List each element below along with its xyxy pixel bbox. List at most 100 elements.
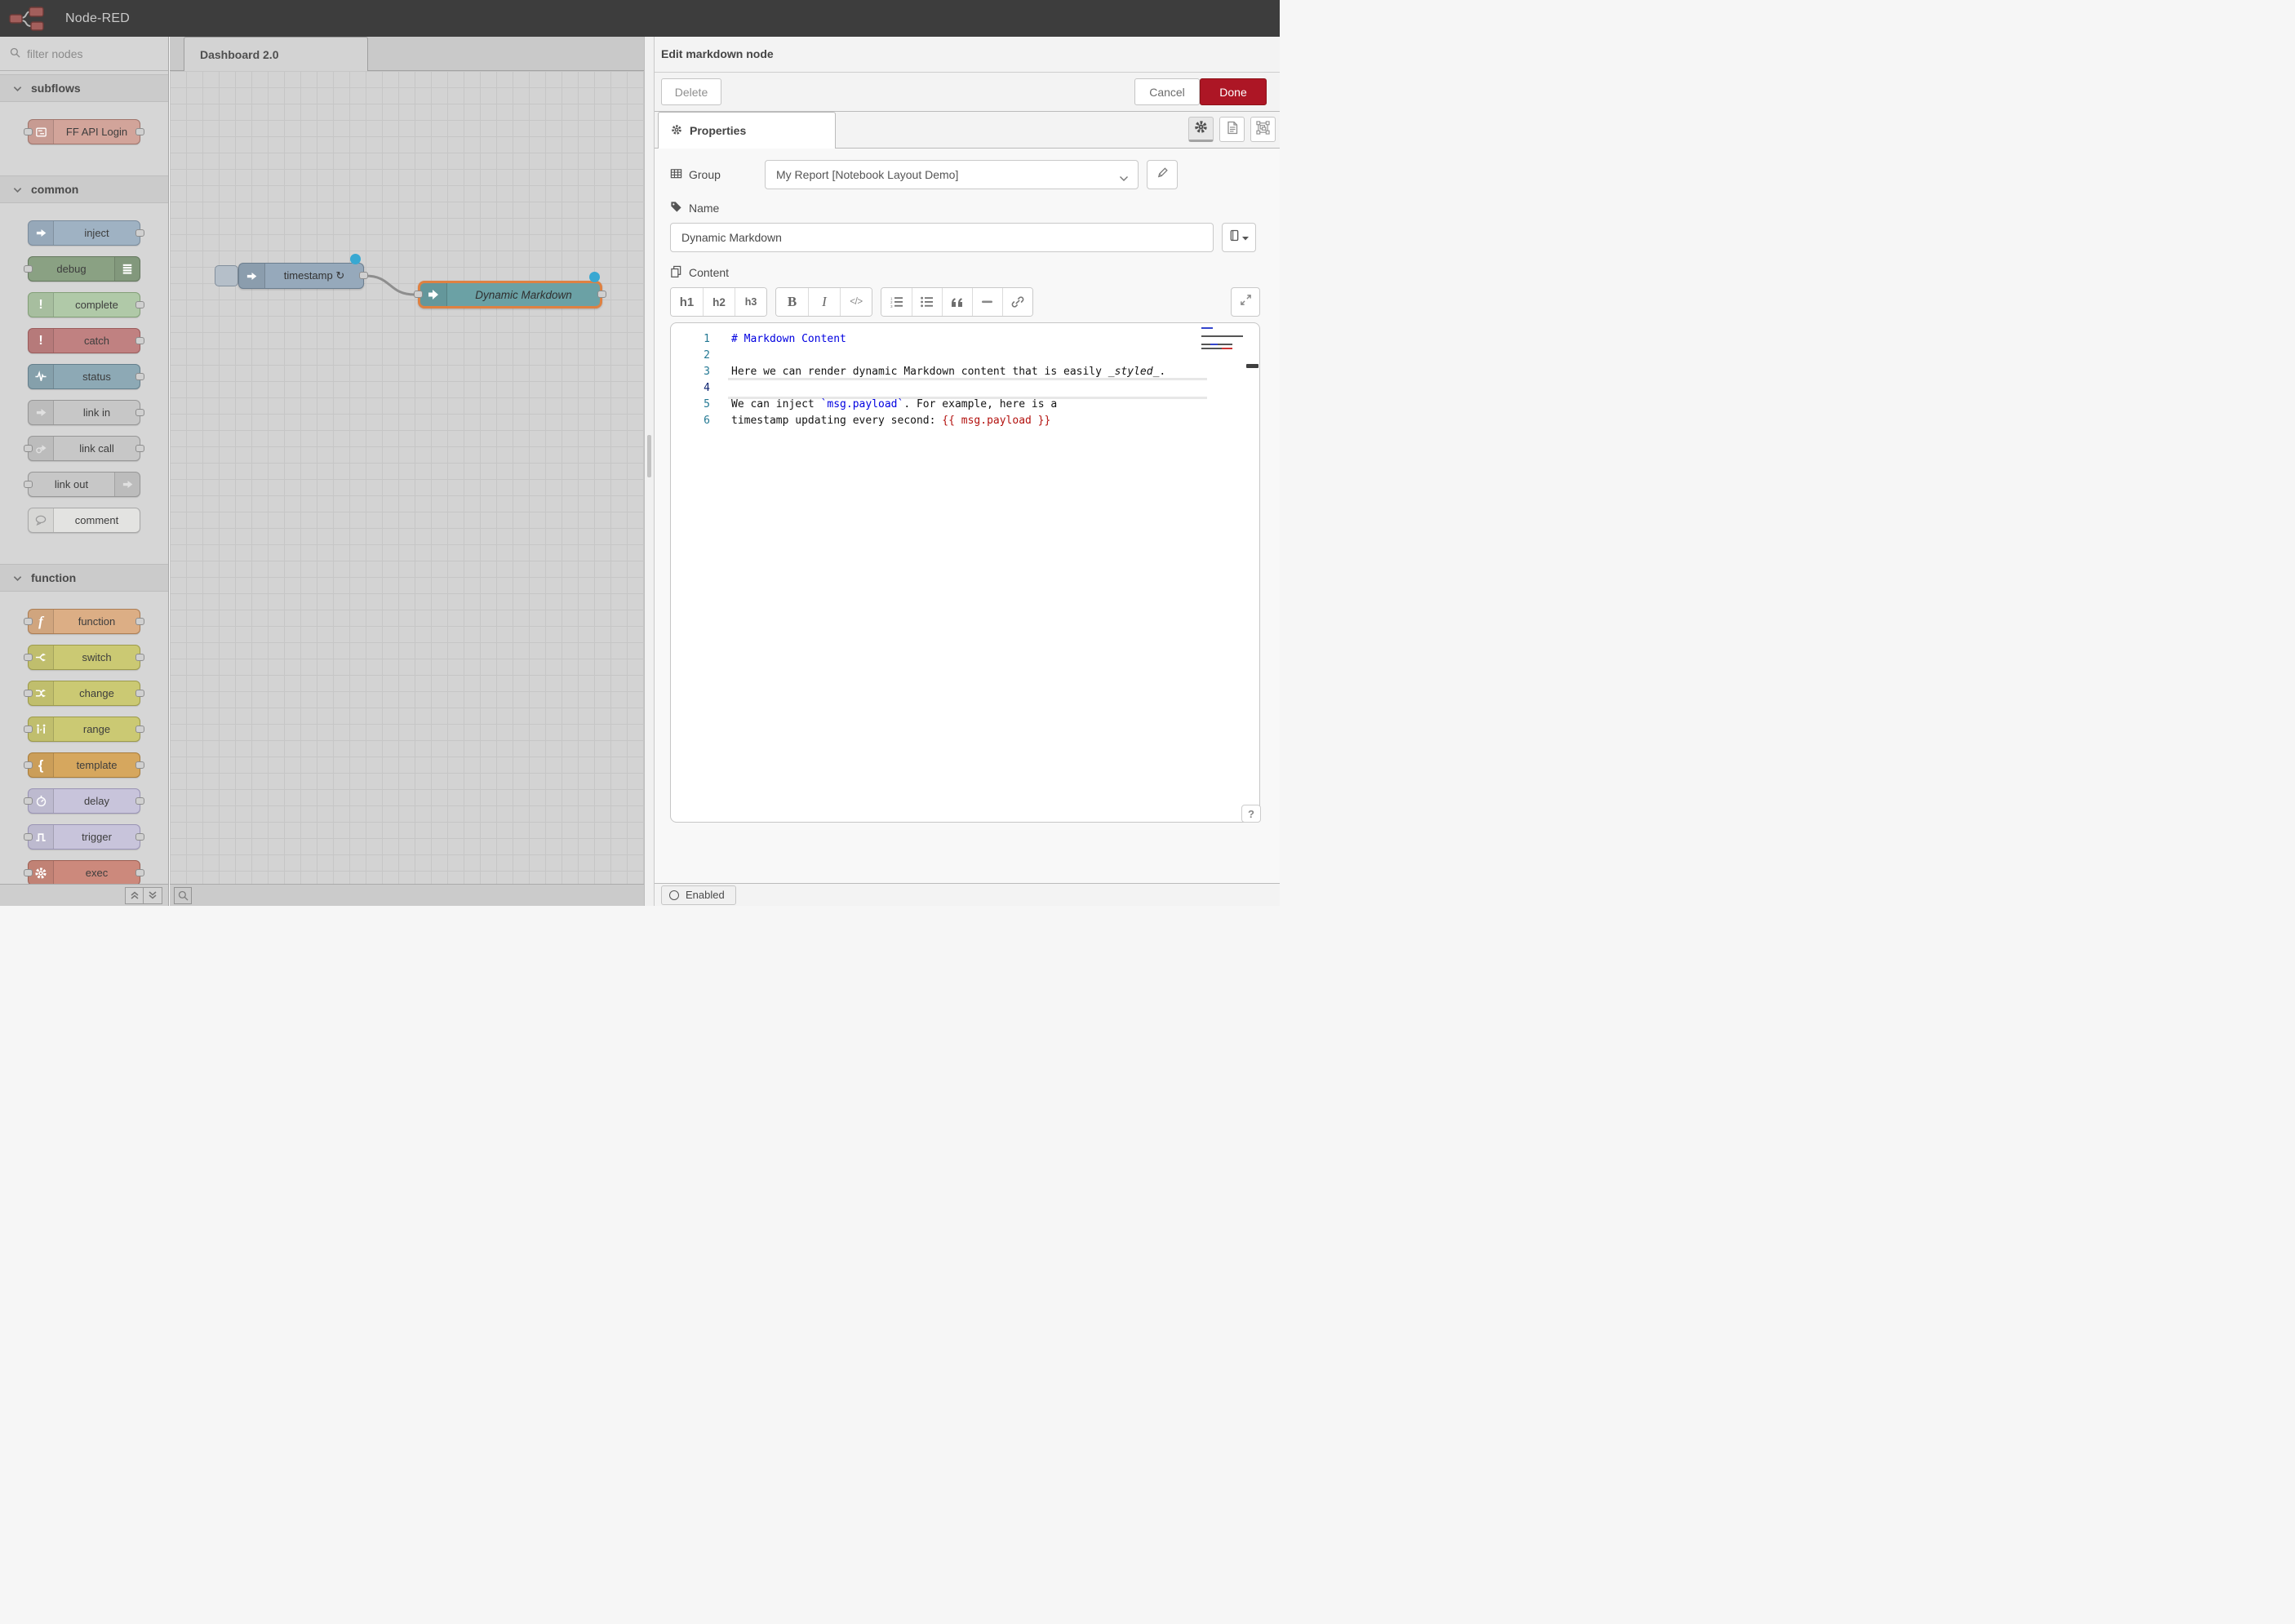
palette-node-switch[interactable]: switch: [28, 645, 140, 670]
line-number: 3: [671, 364, 710, 380]
code-line[interactable]: 6timestamp updating every second: {{ msg…: [671, 413, 1197, 429]
palette-node-comment[interactable]: comment: [28, 508, 140, 533]
node-enabled-toggle[interactable]: Enabled: [661, 885, 736, 905]
output-port: [135, 654, 144, 661]
tray-resize-handle[interactable]: [644, 37, 654, 906]
node-label: timestamp ↻: [265, 264, 363, 288]
description-tab-button[interactable]: [1219, 117, 1245, 142]
input-port[interactable]: [414, 291, 423, 298]
canvas-zoom-button[interactable]: [174, 887, 192, 904]
palette-node-status[interactable]: status: [28, 364, 140, 389]
output-port[interactable]: [597, 291, 606, 298]
palette-section-subflows[interactable]: subflows: [0, 74, 168, 102]
expand-editor-button[interactable]: [1231, 287, 1260, 317]
palette-section-items: ffunction switch change range {template delay…: [0, 592, 168, 884]
group-label: Group: [670, 167, 765, 182]
delete-button[interactable]: Delete: [661, 78, 721, 105]
output-port: [135, 725, 144, 733]
tray-footer: Enabled: [655, 883, 1280, 906]
flow-tabbar: Dashboard 2.0: [170, 37, 644, 71]
tag-icon: [670, 201, 682, 215]
horizontal-rule-button[interactable]: [972, 288, 1002, 316]
palette-node-exec[interactable]: exec: [28, 860, 140, 884]
cancel-button[interactable]: Cancel: [1134, 78, 1200, 105]
code-line-text: Here we can render dynamic Markdown cont…: [710, 364, 1165, 380]
palette-node-link-call[interactable]: link call: [28, 436, 140, 461]
palette-expand-all-button[interactable]: [144, 887, 162, 904]
code-line[interactable]: 5We can inject `msg.payload`. For exampl…: [671, 397, 1197, 413]
done-button[interactable]: Done: [1200, 78, 1267, 105]
palette-node-complete[interactable]: !complete: [28, 292, 140, 317]
palette-node-range[interactable]: range: [28, 717, 140, 742]
unordered-list-button[interactable]: [912, 288, 942, 316]
markdown-arrow-icon: [420, 283, 447, 306]
palette-node-trigger[interactable]: trigger: [28, 824, 140, 850]
inject-icon: [29, 221, 54, 245]
bold-button[interactable]: B: [776, 288, 808, 316]
markdown-code-editor[interactable]: 1# Markdown Content23Here we can render …: [670, 322, 1260, 823]
palette-search-input[interactable]: filter nodes: [0, 37, 168, 71]
palette-collapse-all-button[interactable]: [125, 887, 144, 904]
palette-node-change[interactable]: change: [28, 681, 140, 706]
edit-tray: Edit markdown node Delete Cancel Done Pr…: [654, 37, 1280, 906]
code-line[interactable]: 4: [671, 380, 1197, 397]
code-line[interactable]: 2: [671, 348, 1197, 364]
minimap-line: [1201, 339, 1245, 341]
flow-node-dynamic-markdown[interactable]: Dynamic Markdown: [418, 281, 602, 308]
flow-canvas[interactable]: timestamp ↻ Dynamic Markdown: [170, 71, 644, 884]
output-port[interactable]: [359, 272, 368, 279]
tab-properties[interactable]: Properties: [658, 112, 836, 149]
palette-node-function[interactable]: ffunction: [28, 609, 140, 634]
h3-button[interactable]: h3: [735, 288, 766, 316]
tray-title: Edit markdown node: [655, 37, 1280, 73]
palette-node-template[interactable]: {template: [28, 752, 140, 778]
input-port: [24, 690, 33, 697]
search-icon: [10, 47, 20, 60]
palette-node-ff-api-login[interactable]: FF API Login: [28, 119, 140, 144]
code-button[interactable]: </>: [840, 288, 872, 316]
palette-node-link-out[interactable]: link out: [28, 472, 140, 497]
name-type-button[interactable]: [1222, 223, 1256, 252]
palette-node-delay[interactable]: delay: [28, 788, 140, 814]
group-select[interactable]: My Report [Notebook Layout Demo]: [765, 160, 1139, 189]
blockquote-button[interactable]: [942, 288, 972, 316]
status-pulse-icon: [29, 365, 54, 388]
output-port: [135, 761, 144, 769]
editor-help-button[interactable]: ?: [1241, 805, 1261, 823]
minimap[interactable]: [1201, 327, 1245, 352]
debug-icon: [114, 257, 140, 281]
node-changed-dot: [350, 254, 361, 264]
properties-tab-button[interactable]: [1188, 117, 1214, 142]
input-port: [24, 797, 33, 805]
palette-node-link-in[interactable]: link in: [28, 400, 140, 425]
palette-node-inject[interactable]: inject: [28, 220, 140, 246]
inject-trigger-button[interactable]: [215, 265, 238, 286]
palette-node-label: inject: [54, 221, 140, 245]
palette-node-debug[interactable]: debug: [28, 256, 140, 282]
link-out-icon: [114, 473, 140, 496]
italic-button[interactable]: I: [808, 288, 840, 316]
code-line-text: # Markdown Content: [710, 331, 846, 348]
group-row: Group My Report [Notebook Layout Demo]: [670, 160, 1260, 189]
input-port: [24, 869, 33, 876]
palette-section-function[interactable]: function: [0, 564, 168, 592]
code-line-text: [710, 348, 731, 364]
output-port: [135, 869, 144, 876]
palette-node-catch[interactable]: !catch: [28, 328, 140, 353]
palette-node-label: catch: [54, 329, 140, 353]
tab-properties-label: Properties: [690, 124, 746, 137]
h2-button[interactable]: h2: [703, 288, 735, 316]
output-port: [135, 337, 144, 344]
flow-tab-dashboard[interactable]: Dashboard 2.0: [184, 37, 368, 71]
code-line[interactable]: 3Here we can render dynamic Markdown con…: [671, 364, 1197, 380]
gear-icon: [1194, 120, 1208, 138]
link-button[interactable]: [1002, 288, 1032, 316]
flow-node-timestamp[interactable]: timestamp ↻: [238, 263, 364, 289]
edit-group-button[interactable]: [1147, 160, 1178, 189]
appearance-tab-button[interactable]: [1250, 117, 1276, 142]
code-line[interactable]: 1# Markdown Content: [671, 331, 1197, 348]
palette-section-common[interactable]: common: [0, 175, 168, 203]
h1-button[interactable]: h1: [671, 288, 703, 316]
name-input[interactable]: [670, 223, 1214, 252]
ordered-list-button[interactable]: 123: [881, 288, 912, 316]
